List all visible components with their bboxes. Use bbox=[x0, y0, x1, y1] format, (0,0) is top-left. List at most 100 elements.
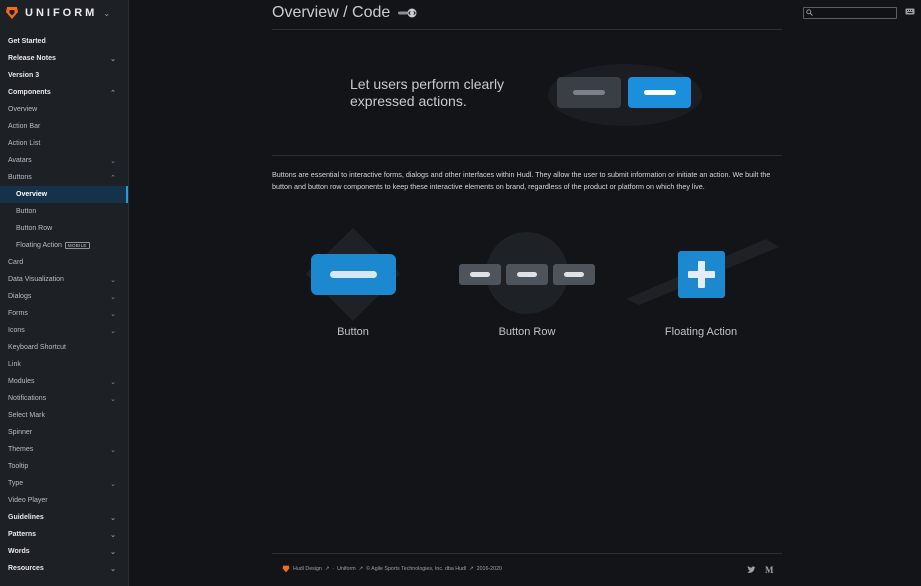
sidebar-item-spinner[interactable]: Spinner bbox=[0, 424, 128, 441]
sidebar-item-label: Tooltip bbox=[8, 463, 29, 470]
sidebar-item-tooltip[interactable]: Tooltip bbox=[0, 458, 128, 475]
chevron-down-icon: ⌄ bbox=[110, 327, 116, 335]
chevron-down-icon: ⌄ bbox=[110, 446, 116, 454]
chevron-down-icon: ⌄ bbox=[110, 531, 116, 539]
sidebar-item-action-list[interactable]: Action List bbox=[0, 135, 128, 152]
footer-social: M bbox=[747, 565, 774, 575]
sidebar-item-label: Version 3 bbox=[8, 72, 40, 79]
plus-icon bbox=[688, 261, 715, 288]
button-preview bbox=[311, 254, 396, 295]
footer-divider bbox=[272, 553, 782, 554]
sidebar-item-modules[interactable]: Modules ⌄ bbox=[0, 373, 128, 390]
chevron-down-icon: ⌄ bbox=[110, 480, 116, 488]
sidebar-item-label: Type bbox=[8, 480, 24, 487]
sidebar-item-components[interactable]: Components ⌃ bbox=[0, 84, 128, 101]
page-title: Overview / Code bbox=[272, 4, 391, 21]
sidebar-item-version-3[interactable]: Version 3 bbox=[0, 67, 128, 84]
sidebar: UNIFORM ⌄ Get Started Release Notes ⌄ Versi… bbox=[0, 0, 129, 586]
floating-action-card[interactable]: Floating Action bbox=[621, 225, 781, 350]
sidebar-item-label: Release Notes bbox=[8, 55, 56, 62]
sidebar-item-patterns[interactable]: Patterns ⌄ bbox=[0, 526, 128, 543]
sidebar-item-avatars[interactable]: Avatars ⌄ bbox=[0, 152, 128, 169]
row-button-preview bbox=[553, 264, 595, 285]
search-icon bbox=[806, 9, 813, 16]
chevron-down-icon: ⌄ bbox=[110, 565, 116, 573]
code-toggle-icon bbox=[398, 8, 417, 18]
sidebar-item-dialogs[interactable]: Dialogs ⌄ bbox=[0, 288, 128, 305]
sidebar-item-notifications[interactable]: Notifications ⌄ bbox=[0, 390, 128, 407]
uniform-logo-icon bbox=[282, 565, 290, 573]
chevron-down-icon: ⌄ bbox=[110, 276, 116, 284]
footer: Hudl Design ↗ · Uniform ↗ © Agile Sports… bbox=[282, 565, 505, 573]
chevron-down-icon: ⌄ bbox=[110, 378, 116, 386]
sidebar-item-themes[interactable]: Themes ⌄ bbox=[0, 441, 128, 458]
code-toggle[interactable] bbox=[398, 8, 418, 18]
floating-action-card-label: Floating Action bbox=[664, 326, 738, 338]
sidebar-item-label: Components bbox=[8, 89, 51, 96]
sidebar-item-label: Icons bbox=[8, 327, 25, 334]
button-bar-shape bbox=[470, 272, 490, 277]
medium-icon[interactable]: M bbox=[765, 565, 774, 575]
sidebar-item-floating-action[interactable]: Floating Action MOBILE bbox=[0, 237, 128, 254]
intro-paragraph: Buttons are essential to interactive for… bbox=[272, 170, 771, 192]
search-input[interactable] bbox=[803, 7, 897, 19]
external-link-icon: ↗ bbox=[469, 566, 474, 572]
sidebar-item-type[interactable]: Type ⌄ bbox=[0, 475, 128, 492]
sidebar-item-label: Overview bbox=[16, 191, 48, 198]
copyright-years: 2016-2020 bbox=[476, 566, 502, 572]
sidebar-item-label: Notifications bbox=[8, 395, 47, 402]
sidebar-item-label: Action Bar bbox=[8, 123, 41, 130]
copyright-text[interactable]: © Agile Sports Technologies, Inc. dba Hu… bbox=[366, 566, 466, 572]
chevron-down-icon: ⌄ bbox=[103, 8, 111, 18]
chevron-up-icon: ⌃ bbox=[110, 174, 116, 182]
sidebar-item-words[interactable]: Words ⌄ bbox=[0, 543, 128, 560]
sidebar-item-buttons[interactable]: Buttons ⌃ bbox=[0, 169, 128, 186]
chevron-down-icon: ⌄ bbox=[110, 514, 116, 522]
button-bar-shape bbox=[573, 90, 605, 95]
footer-separator: · bbox=[332, 566, 335, 572]
sidebar-item-video-player[interactable]: Video Player bbox=[0, 492, 128, 509]
hudl-design-link[interactable]: Hudl Design bbox=[293, 566, 322, 572]
sidebar-item-label: Select Mark bbox=[8, 412, 45, 419]
sidebar-item-resources[interactable]: Resources ⌄ bbox=[0, 560, 128, 577]
example-secondary-button bbox=[557, 77, 621, 108]
sidebar-item-keyboard-shortcut[interactable]: Keyboard Shortcut bbox=[0, 339, 128, 356]
sidebar-item-label: Overview bbox=[8, 106, 38, 113]
sidebar-item-label: Avatars bbox=[8, 157, 32, 164]
chevron-down-icon: ⌄ bbox=[110, 293, 116, 301]
brand-switcher[interactable]: UNIFORM ⌄ bbox=[0, 0, 128, 26]
keyboard-icon[interactable] bbox=[905, 8, 915, 15]
chevron-up-icon: ⌃ bbox=[110, 89, 116, 97]
sidebar-item-label: Dialogs bbox=[8, 293, 32, 300]
sidebar-item-label: Link bbox=[8, 361, 21, 368]
sidebar-item-get-started[interactable]: Get Started bbox=[0, 33, 128, 50]
sidebar-item-overview[interactable]: Overview bbox=[0, 101, 128, 118]
mobile-badge: MOBILE bbox=[64, 242, 90, 249]
sidebar-item-label: Floating Action bbox=[16, 242, 62, 249]
sidebar-item-link[interactable]: Link bbox=[0, 356, 128, 373]
row-button-preview bbox=[506, 264, 548, 285]
sidebar-item-action-bar[interactable]: Action Bar bbox=[0, 118, 128, 135]
button-card-label: Button bbox=[337, 326, 369, 338]
button-row-card[interactable]: Button Row bbox=[447, 225, 607, 350]
sidebar-item-overview[interactable]: Overview bbox=[0, 186, 128, 203]
row-button-preview bbox=[459, 264, 501, 285]
sidebar-item-label: Button bbox=[16, 208, 37, 215]
twitter-icon[interactable] bbox=[747, 566, 756, 574]
hero-divider bbox=[272, 155, 782, 156]
chevron-down-icon: ⌄ bbox=[110, 55, 116, 63]
sidebar-item-guidelines[interactable]: Guidelines ⌄ bbox=[0, 509, 128, 526]
sidebar-item-select-mark[interactable]: Select Mark bbox=[0, 407, 128, 424]
sidebar-item-data-visualization[interactable]: Data Visualization ⌄ bbox=[0, 271, 128, 288]
hero-tagline: Let users perform clearly expressed acti… bbox=[350, 76, 505, 109]
sidebar-item-card[interactable]: Card bbox=[0, 254, 128, 271]
sidebar-item-button[interactable]: Button bbox=[0, 203, 128, 220]
sidebar-item-release-notes[interactable]: Release Notes ⌄ bbox=[0, 50, 128, 67]
sidebar-item-label: Data Visualization bbox=[8, 276, 64, 283]
chevron-down-icon: ⌄ bbox=[110, 157, 116, 165]
button-card[interactable]: Button bbox=[273, 225, 433, 350]
sidebar-item-forms[interactable]: Forms ⌄ bbox=[0, 305, 128, 322]
uniform-link[interactable]: Uniform bbox=[337, 566, 356, 572]
sidebar-item-button-row[interactable]: Button Row bbox=[0, 220, 128, 237]
sidebar-item-icons[interactable]: Icons ⌄ bbox=[0, 322, 128, 339]
